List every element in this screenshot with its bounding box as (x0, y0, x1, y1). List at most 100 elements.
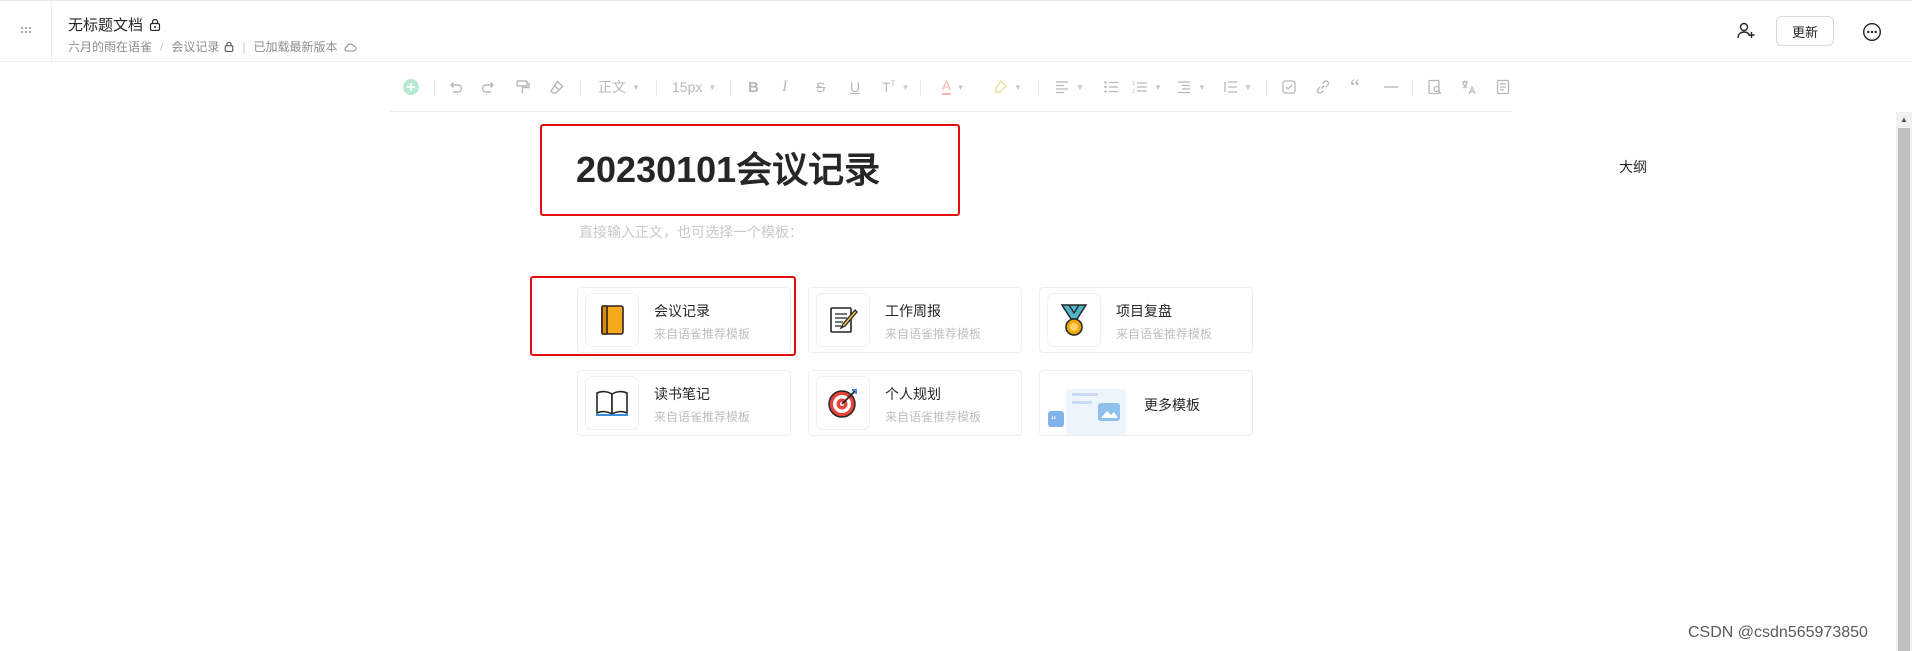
chevron-down-icon: ▼ (901, 82, 910, 92)
template-icon-box (586, 377, 638, 429)
template-icon-box (817, 294, 869, 346)
cloud-icon (343, 43, 357, 52)
breadcrumb-separator: | (242, 39, 246, 54)
paragraph-style-select[interactable]: 正文 ▼ (598, 76, 640, 98)
font-color-select[interactable]: A ▼ (942, 76, 965, 98)
template-name: 更多模板 (1144, 397, 1200, 413)
chevron-down-icon: ▼ (1198, 82, 1206, 92)
document-settings-icon[interactable] (1494, 78, 1512, 96)
clear-format-icon[interactable] (548, 78, 566, 96)
template-card-more[interactable]: “ 更多模板 (1039, 370, 1253, 436)
more-dots-icon (1862, 22, 1882, 42)
chevron-down-icon: ▼ (1076, 82, 1084, 92)
template-highlight-box (530, 276, 796, 356)
breadcrumb-book-label: 会议记录 (171, 40, 220, 54)
watermark: CSDN @csdn565973850 (1688, 624, 1868, 641)
template-card-weekly-report[interactable]: 工作周报 来自语雀推荐模板 (808, 287, 1022, 353)
sync-status-label: 已加载最新版本 (253, 40, 338, 54)
target-icon (828, 389, 857, 418)
strikethrough-icon: S (816, 79, 826, 95)
grid-dots-icon (20, 27, 31, 33)
format-painter-icon[interactable] (514, 78, 532, 96)
svg-text:“: “ (1051, 413, 1056, 427)
highlighter-icon (995, 79, 1007, 93)
template-card-reading-notes[interactable]: 读书笔记 来自语雀推荐模板 (577, 370, 791, 436)
template-icon-box (817, 377, 869, 429)
page-title[interactable]: 20230101会议记录 (576, 146, 880, 194)
ordered-list-icon: 1 2 (1132, 81, 1147, 95)
toolbar-divider (920, 80, 921, 96)
template-source: 来自语雀推荐模板 (654, 410, 751, 424)
scrollbar[interactable]: ▲ (1896, 112, 1912, 651)
chevron-down-icon: ▼ (708, 82, 717, 92)
text-effects-select[interactable]: TT ▼ (882, 76, 909, 98)
breadcrumb-separator: / (160, 39, 164, 54)
underline-button[interactable]: U (850, 76, 860, 98)
more-options-button[interactable] (1862, 22, 1882, 42)
highlight-color-select[interactable]: ▼ (992, 76, 1022, 98)
translate-icon[interactable] (1460, 78, 1478, 96)
chevron-down-icon: ▼ (632, 82, 640, 92)
app-menu-button[interactable] (0, 1, 52, 61)
open-book-icon (596, 390, 628, 416)
template-icon-box (1048, 294, 1100, 346)
document-title[interactable]: 无标题文档 (68, 14, 161, 35)
quote-icon: “ (1350, 74, 1360, 99)
svg-text:2: 2 (1132, 89, 1135, 95)
outline-label[interactable]: 大纲 (1619, 157, 1647, 177)
template-name: 个人规划 (885, 386, 941, 402)
quote-button[interactable]: “ (1350, 74, 1360, 99)
indent-icon (1178, 81, 1190, 94)
svg-text:1: 1 (1132, 81, 1135, 87)
line-height-select[interactable]: ▼ (1222, 76, 1252, 98)
checkbox-icon[interactable] (1280, 78, 1298, 96)
line-height-icon (1224, 81, 1237, 93)
indent-select[interactable]: ▼ (1176, 76, 1206, 98)
superscript-icon: TT (882, 79, 896, 95)
bullet-list-icon[interactable] (1102, 78, 1120, 96)
chevron-down-icon: ▼ (1244, 82, 1252, 92)
ordered-list-select[interactable]: 1 2 ▼ (1132, 76, 1162, 98)
body-placeholder[interactable]: 直接输入正文，也可选择一个模板： (579, 222, 803, 242)
toolbar-divider (730, 80, 731, 96)
scrollbar-thumb[interactable] (1898, 128, 1910, 651)
bold-button[interactable]: B (748, 76, 759, 98)
lock-icon (149, 18, 161, 31)
template-preview-icon: “ (1048, 389, 1126, 435)
chevron-down-icon: ▼ (956, 82, 965, 92)
sync-status: 已加载最新版本 (254, 38, 357, 55)
undo-icon[interactable] (446, 78, 464, 96)
breadcrumb: 六月的雨在语雀 / 会议记录 | 已加载最新版本 (68, 38, 357, 55)
template-source: 来自语雀推荐模板 (885, 410, 982, 424)
scroll-up-arrow-icon[interactable]: ▲ (1896, 112, 1912, 126)
template-name: 读书笔记 (654, 386, 710, 402)
underline-icon: U (850, 79, 861, 95)
chevron-down-icon: ▼ (1154, 82, 1162, 92)
redo-icon[interactable] (480, 78, 498, 96)
chevron-down-icon: ▼ (1014, 82, 1022, 92)
insert-plus-icon[interactable] (402, 78, 420, 96)
toolbar-divider (1266, 80, 1267, 96)
template-source: 来自语雀推荐模板 (885, 327, 982, 341)
link-icon[interactable] (1314, 78, 1332, 96)
find-replace-icon[interactable] (1426, 78, 1444, 96)
lock-icon (225, 41, 234, 52)
update-button[interactable]: 更新 (1776, 16, 1834, 46)
italic-icon: I (782, 78, 788, 95)
align-select[interactable]: ▼ (1054, 76, 1084, 98)
invite-collaborator-button[interactable] (1736, 21, 1756, 41)
breadcrumb-space[interactable]: 六月的雨在语雀 (68, 38, 152, 55)
paragraph-style-value: 正文 (598, 79, 626, 95)
template-name: 工作周报 (885, 303, 941, 319)
add-user-icon (1737, 22, 1755, 39)
breadcrumb-book[interactable]: 会议记录 (171, 38, 234, 55)
template-card-project-review[interactable]: 项目复盘 来自语雀推荐模板 (1039, 287, 1253, 353)
toolbar-divider (1412, 80, 1413, 96)
template-card-personal-plan[interactable]: 个人规划 来自语雀推荐模板 (808, 370, 1022, 436)
bold-icon: B (748, 78, 759, 96)
font-size-select[interactable]: 15px ▼ (672, 76, 716, 98)
italic-button[interactable]: I (782, 76, 787, 98)
strikethrough-button[interactable]: S (816, 76, 825, 98)
horizontal-rule-icon[interactable] (1382, 78, 1400, 96)
toolbar-divider (656, 80, 657, 96)
